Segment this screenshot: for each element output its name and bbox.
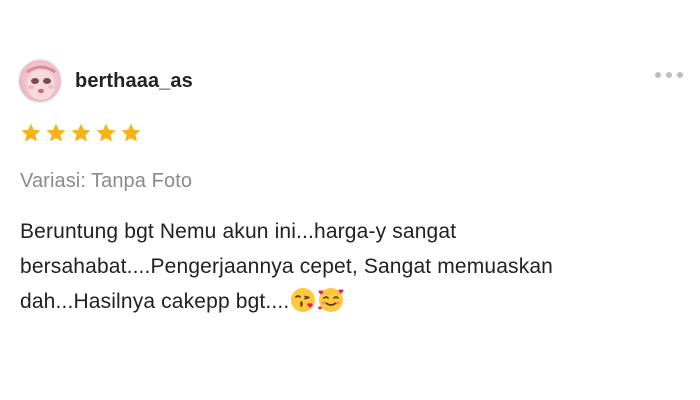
avatar[interactable] bbox=[18, 59, 62, 103]
username[interactable]: berthaaa_as bbox=[75, 70, 193, 93]
review-text-line: Beruntung bgt Nemu akun ini...harga-y sa… bbox=[20, 220, 457, 243]
rating-stars bbox=[20, 122, 142, 144]
variation-info: Variasi: Tanpa Foto bbox=[20, 170, 192, 193]
star-icon bbox=[70, 122, 92, 144]
smiling-face-with-hearts-emoji bbox=[317, 287, 345, 313]
review-text: Beruntung bgt Nemu akun ini...harga-y sa… bbox=[20, 214, 680, 319]
star-icon bbox=[120, 122, 142, 144]
avatar-image bbox=[19, 60, 61, 102]
face-blowing-a-kiss-emoji bbox=[290, 287, 316, 313]
variation-label: Variasi: bbox=[20, 170, 87, 192]
more-options-button[interactable] bbox=[652, 64, 686, 86]
review-text-line: bersahabat....Pengerjaannya cepet, Sanga… bbox=[20, 255, 553, 278]
star-icon bbox=[95, 122, 117, 144]
review-text-line: dah...Hasilnya cakepp bgt.... bbox=[20, 290, 290, 313]
review-card: berthaaa_as Variasi: Tanpa Foto Beruntung… bbox=[0, 0, 700, 400]
star-icon bbox=[45, 122, 67, 144]
review-text-line-last: dah...Hasilnya cakepp bgt.... bbox=[20, 284, 680, 319]
more-horizontal-icon bbox=[655, 72, 683, 78]
star-icon bbox=[20, 122, 42, 144]
variation-value: Tanpa Foto bbox=[91, 170, 193, 192]
review-header: berthaaa_as bbox=[18, 58, 193, 104]
